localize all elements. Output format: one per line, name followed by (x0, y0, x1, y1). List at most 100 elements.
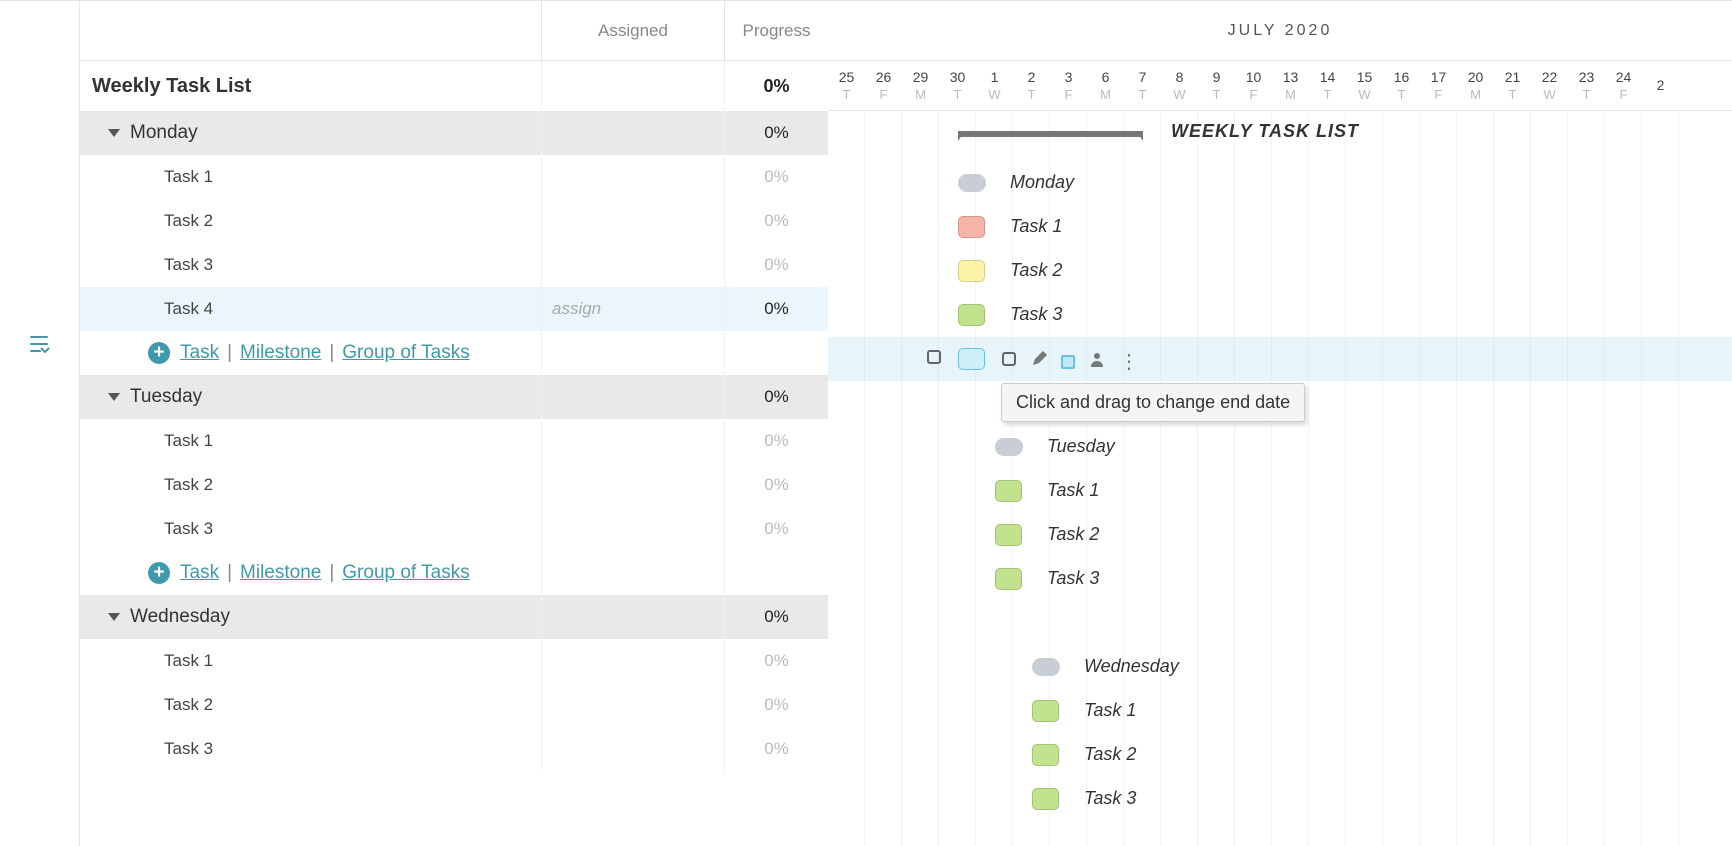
timeline-day-col[interactable]: 1W (976, 61, 1013, 110)
assign-cell[interactable]: assign (541, 287, 724, 331)
timeline-day-col[interactable]: 17F (1420, 61, 1457, 110)
task-progress: 0% (724, 243, 828, 287)
color-icon[interactable] (1061, 355, 1075, 369)
timeline-day-col[interactable]: 9T (1198, 61, 1235, 110)
group-bar-label: Tuesday (1047, 436, 1115, 457)
assign-cell[interactable] (541, 683, 724, 727)
group-row-tuesday[interactable]: Tuesday (80, 375, 541, 419)
task-progress: 0% (724, 199, 828, 243)
task-bar[interactable] (958, 260, 985, 282)
timeline-day-col[interactable]: 2T (1013, 61, 1050, 110)
timeline-day-col[interactable]: 2 (1642, 61, 1679, 110)
task-bar[interactable] (995, 568, 1022, 590)
task-row[interactable]: Task 2 (80, 463, 541, 507)
assign-cell[interactable] (541, 155, 724, 199)
group-pill[interactable] (995, 438, 1023, 456)
task-progress: 0% (724, 463, 828, 507)
group-progress: 0% (724, 595, 828, 639)
assigned-column-header[interactable]: Assigned (541, 1, 724, 60)
group-pill[interactable] (958, 174, 986, 192)
assignee-icon[interactable] (1089, 351, 1105, 372)
task-row[interactable]: Task 1 (80, 419, 541, 463)
task-bar[interactable] (995, 480, 1022, 502)
task-row[interactable]: Task 2 (80, 683, 541, 727)
timeline-day-col[interactable]: 6M (1087, 61, 1124, 110)
bar-end-handle-icon[interactable] (1001, 351, 1017, 372)
group-progress: 0% (724, 375, 828, 419)
task-progress: 0% (724, 683, 828, 727)
task-bar-label: Task 1 (1010, 216, 1062, 237)
assign-cell[interactable] (541, 727, 724, 771)
timeline-day-col[interactable]: 15W (1346, 61, 1383, 110)
task-bar[interactable] (1032, 700, 1059, 722)
task-row[interactable]: Task 4 (80, 287, 541, 331)
chevron-down-icon[interactable] (108, 613, 120, 621)
add-task-link[interactable]: Task (180, 562, 219, 584)
task-bar[interactable] (1032, 788, 1059, 810)
assign-cell[interactable] (541, 463, 724, 507)
timeline-day-col[interactable]: 3F (1050, 61, 1087, 110)
add-group-link[interactable]: Group of Tasks (342, 342, 469, 364)
group-row-wednesday[interactable]: Wednesday (80, 595, 541, 639)
timeline-day-col[interactable]: 8W (1161, 61, 1198, 110)
add-milestone-link[interactable]: Milestone (240, 342, 321, 364)
task-row[interactable]: Task 2 (80, 199, 541, 243)
task-progress: 0% (724, 419, 828, 463)
task-bar[interactable] (958, 216, 985, 238)
task-row[interactable]: Task 3 (80, 507, 541, 551)
task-bar[interactable] (958, 304, 985, 326)
assign-cell[interactable] (541, 639, 724, 683)
timeline-day-col[interactable]: 7T (1124, 61, 1161, 110)
project-summary-label: WEEKLY TASK LIST (1171, 121, 1359, 142)
group-row-monday[interactable]: Monday (80, 111, 541, 155)
chevron-down-icon[interactable] (108, 129, 120, 137)
add-task-link[interactable]: Task (180, 342, 219, 364)
timeline-day-col[interactable]: 14T (1309, 61, 1346, 110)
timeline-day-col[interactable]: 30T (939, 61, 976, 110)
assign-cell[interactable] (541, 199, 724, 243)
task-progress: 0% (724, 287, 828, 331)
assign-cell[interactable] (541, 507, 724, 551)
more-icon[interactable]: ⋮ (1119, 349, 1137, 374)
task-list-panel: Assigned Progress Weekly Task List 0% Mo… (80, 1, 828, 846)
task-bar[interactable] (995, 524, 1022, 546)
timeline-day-col[interactable]: 25T (828, 61, 865, 110)
timeline-day-col[interactable]: 29M (902, 61, 939, 110)
name-column-header (80, 1, 541, 60)
group-pill[interactable] (1032, 658, 1060, 676)
chevron-down-icon[interactable] (108, 393, 120, 401)
timeline-panel: JULY 2020 25T26F29M30T1W2T3F6M7T8W9T10F1… (828, 1, 1732, 846)
task-bar[interactable] (1032, 744, 1059, 766)
timeline-day-col[interactable]: 16T (1383, 61, 1420, 110)
task-bar-label: Task 3 (1084, 788, 1136, 809)
timeline-day-col[interactable]: 20M (1457, 61, 1494, 110)
task-row[interactable]: Task 3 (80, 243, 541, 287)
progress-column-header[interactable]: Progress (724, 1, 828, 60)
add-group-link[interactable]: Group of Tasks (342, 562, 469, 584)
drag-tooltip: Click and drag to change end date (1001, 383, 1305, 422)
timeline-day-col[interactable]: 24F (1605, 61, 1642, 110)
add-milestone-link[interactable]: Milestone (240, 562, 321, 584)
task-progress: 0% (724, 727, 828, 771)
assign-cell[interactable] (541, 243, 724, 287)
task-row[interactable]: Task 1 (80, 155, 541, 199)
project-summary-bar[interactable] (958, 131, 1143, 137)
task-bar[interactable] (958, 348, 985, 370)
timeline-day-col[interactable]: 22W (1531, 61, 1568, 110)
task-row[interactable]: Task 3 (80, 727, 541, 771)
bar-start-handle-icon[interactable] (926, 349, 942, 365)
timeline-day-col[interactable]: 26F (865, 61, 902, 110)
timeline-day-col[interactable]: 10F (1235, 61, 1272, 110)
plus-icon[interactable]: + (148, 562, 170, 584)
task-row[interactable]: Task 1 (80, 639, 541, 683)
row-menu-icon[interactable] (0, 335, 79, 353)
task-progress: 0% (724, 155, 828, 199)
task-progress: 0% (724, 639, 828, 683)
edit-icon[interactable] (1031, 351, 1047, 372)
timeline-day-col[interactable]: 21T (1494, 61, 1531, 110)
project-title[interactable]: Weekly Task List (80, 61, 541, 111)
plus-icon[interactable]: + (148, 342, 170, 364)
timeline-day-col[interactable]: 13M (1272, 61, 1309, 110)
timeline-day-col[interactable]: 23T (1568, 61, 1605, 110)
assign-cell[interactable] (541, 419, 724, 463)
